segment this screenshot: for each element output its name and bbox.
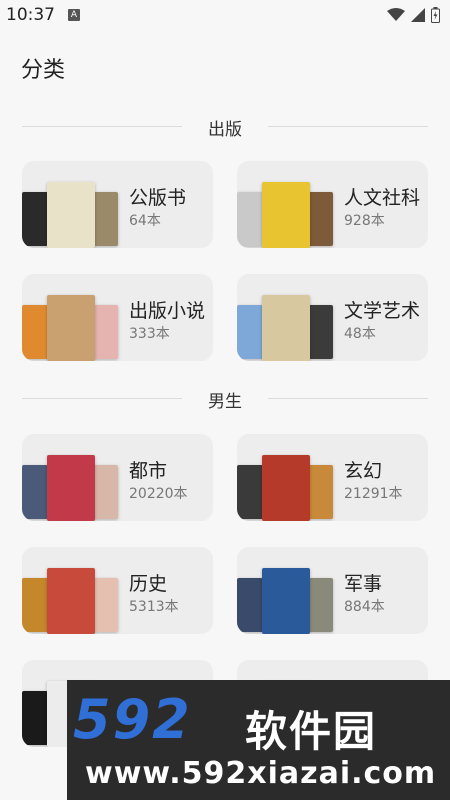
category-count: 64本	[129, 213, 161, 229]
book-covers	[237, 274, 337, 361]
category-name: 历史	[129, 573, 168, 595]
category-name: 军事	[344, 573, 383, 595]
book-cover-image	[237, 465, 263, 519]
watermark-logo: 592	[73, 688, 192, 751]
category-name: 出版小说	[129, 300, 206, 322]
category-count: 333本	[129, 326, 170, 342]
book-cover-image	[307, 305, 333, 359]
book-cover-image	[22, 691, 48, 745]
category-count: 928本	[344, 213, 385, 229]
book-cover-image	[237, 192, 263, 246]
watermark-banner: 592 软件园 www.592xiazai.com	[67, 680, 450, 800]
book-covers	[237, 161, 337, 248]
watermark-brand: 软件园	[245, 707, 378, 756]
book-cover-image	[262, 182, 310, 248]
book-covers	[237, 434, 337, 521]
category-card[interactable]: 历史 5313本	[22, 547, 213, 634]
status-icons	[387, 7, 440, 23]
category-name: 都市	[129, 460, 168, 482]
book-cover-image	[22, 305, 48, 359]
category-name: 公版书	[129, 187, 187, 209]
category-card[interactable]: 出版小说 333本	[22, 274, 213, 361]
book-cover-image	[262, 568, 310, 634]
book-cover-image	[92, 578, 118, 632]
category-name: 文学艺术	[344, 300, 421, 322]
status-time: 10:37	[6, 5, 55, 25]
category-count: 48本	[344, 326, 376, 342]
book-cover-image	[307, 578, 333, 632]
book-cover-image	[47, 295, 95, 361]
book-cover-image	[262, 295, 310, 361]
wifi-icon	[387, 8, 405, 21]
watermark-url: www.592xiazai.com	[85, 756, 437, 791]
book-covers	[22, 274, 122, 361]
book-cover-image	[22, 578, 48, 632]
category-count: 884本	[344, 599, 385, 615]
status-bar: 10:37 A	[0, 0, 450, 32]
book-cover-image	[47, 455, 95, 521]
category-name: 玄幻	[344, 460, 383, 482]
signal-icon	[411, 8, 425, 22]
category-card[interactable]: 文学艺术 48本	[237, 274, 428, 361]
category-count: 5313本	[129, 599, 179, 615]
book-cover-image	[307, 465, 333, 519]
book-covers	[22, 434, 122, 521]
book-cover-image	[47, 568, 95, 634]
book-cover-image	[237, 305, 263, 359]
book-cover-image	[307, 192, 333, 246]
category-name: 人文社科	[344, 187, 421, 209]
divider-line	[268, 126, 428, 127]
book-covers	[22, 161, 122, 248]
category-count: 21291本	[344, 486, 403, 502]
category-card[interactable]: 都市 20220本	[22, 434, 213, 521]
battery-icon	[431, 7, 440, 23]
book-cover-image	[22, 192, 48, 246]
page-title: 分类	[21, 58, 66, 83]
notification-icon: A	[68, 9, 80, 21]
category-card[interactable]: 人文社科 928本	[237, 161, 428, 248]
book-cover-image	[47, 182, 95, 248]
section-label: 出版	[208, 120, 242, 140]
category-count: 20220本	[129, 486, 188, 502]
book-cover-image	[92, 305, 118, 359]
book-covers	[237, 547, 337, 634]
category-card[interactable]: 玄幻 21291本	[237, 434, 428, 521]
divider-line	[268, 398, 428, 399]
category-card[interactable]: 公版书 64本	[22, 161, 213, 248]
section-label: 男生	[208, 392, 242, 412]
book-cover-image	[237, 578, 263, 632]
book-cover-image	[22, 465, 48, 519]
book-cover-image	[92, 192, 118, 246]
book-cover-image	[262, 455, 310, 521]
section-header-publish: 出版	[22, 115, 428, 140]
category-card[interactable]: 军事 884本	[237, 547, 428, 634]
book-cover-image	[92, 465, 118, 519]
book-covers	[22, 547, 122, 634]
section-header-male: 男生	[22, 387, 428, 412]
